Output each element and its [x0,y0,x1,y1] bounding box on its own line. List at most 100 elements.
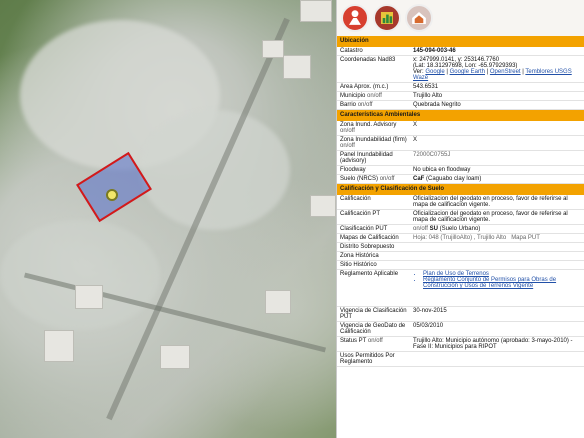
row-suelo: Suelo (NRCS) on/off CaF (Caguabo clay lo… [337,175,584,184]
row-catastro: Catastro 145-094-003-46 [337,47,584,56]
onoff-toggle[interactable]: on/off [340,143,355,149]
vigencia-geodato-value: 05/03/2010 [413,323,444,329]
building [44,330,74,362]
suelo-desc: (Caguabo clay loam) [426,176,482,182]
reglamento-list: Plan de Uso de Terrenos Reglamento Conju… [413,271,582,289]
label: Usos Permitidos Por Reglamento [340,353,395,365]
zona-firm-value: X [413,137,418,143]
building [300,0,332,22]
vigencia-clasificacion-value: 30-nov-2015 [413,308,447,314]
suelo-code: CaF [413,176,425,182]
label-with-toggle: Barrio on/off [337,101,410,109]
info-panel: Ubicación Catastro 145-094-003-46 Coorde… [336,0,584,438]
catastro-value: 145-094-003-46 [413,48,456,54]
building [262,40,284,58]
row-calificacion-pt: Calificación PT Oficializacion del geoda… [337,210,584,225]
section-ubicacion: Ubicación [337,36,584,47]
calificacion-value: Oficializacion del geodato en proceso, f… [413,196,568,208]
link-google[interactable]: Google [425,69,444,75]
row-coordenadas: Coordenadas Nad83 x: 247999.0141, y: 253… [337,56,584,83]
mapas-municipio[interactable]: Trujillo Alto [477,235,506,241]
section-calificacion: Calificación y Clasificación de Suelo [337,184,584,195]
row-area: Area Aprox. (m.c.) 543.6531 [337,83,584,92]
label-with-toggle: Status PT on/off [337,337,410,351]
coords-links: Ver: Google | Google Earth | OpenStreet … [413,69,572,81]
link-google-earth[interactable]: Google Earth [450,69,485,75]
icon-toolbar [337,0,584,36]
row-barrio: Barrio on/off Quebrada Negrito [337,101,584,110]
label: Calificación [340,196,371,202]
row-zona-advisory: Zona Inund. Advisory on/off X [337,121,584,136]
row-status-pt: Status PT on/off Trujillo Alto: Municipi… [337,337,584,352]
building [265,290,291,314]
row-mapas: Mapas de Calificación Hoja: 048 (Trujill… [337,234,584,243]
reglamento-value: Plan de Uso de Terrenos Reglamento Conju… [410,270,584,306]
mapas-hoja[interactable]: Hoja: 048 (TrujilloAlto) [413,235,472,241]
row-municipio: Municipio on/off Trujillo Alto [337,92,584,101]
row-floodway: Floodway No ubica en floodway [337,166,584,175]
row-zona-historica: Zona Histórica [337,252,584,261]
label-with-toggle: Zona Inundabilidad (firm) on/off [337,136,410,150]
row-vigencia-geodato: Vigencia de GeoDato de Calificación 05/0… [337,322,584,337]
label-with-toggle: Municipio on/off [337,92,410,100]
row-vigencia-clasificacion: Vigencia de Clasificación PUT 30-nov-201… [337,307,584,322]
person-icon[interactable] [341,4,369,32]
building [310,195,336,217]
calificacion-pt-value: Oficializacion del geodato en proceso, f… [413,211,568,223]
cloud-cover [140,110,290,230]
zona-advisory-value: X [413,122,418,128]
chart-icon[interactable] [373,4,401,32]
label-with-toggle: Suelo (NRCS) on/off [337,175,410,183]
municipio-value: Trujillo Alto [413,93,443,99]
section-caracteristicas: Características Ambientales [337,110,584,121]
barrio-value: Quebrada Negrito [413,102,461,108]
mapas-value: Hoja: 048 (TrujilloAlto) , Trujillo Alto… [413,235,540,241]
onoff-toggle[interactable]: on/off [380,176,395,182]
link-waze[interactable]: Waze [413,75,428,81]
label-with-toggle: Zona Inund. Advisory on/off [337,121,410,135]
label: Vigencia de Clasificación PUT [340,308,407,320]
link-openstreet[interactable]: OpenStreet [490,69,521,75]
row-calificacion: Calificación Oficializacion del geodato … [337,195,584,210]
row-sitio-historico: Sitio Histórico [337,261,584,270]
label: Municipio [340,93,366,99]
onoff-toggle[interactable]: on/off [340,128,355,134]
row-usos-permitidos: Usos Permitidos Por Reglamento [337,352,584,367]
label: Panel Inundabilidad (advisory) [340,152,393,164]
label: Zona Histórica [340,253,379,259]
row-zona-firm: Zona Inundabilidad (firm) on/off X [337,136,584,151]
row-distrito: Distrito Sobrepuesto [337,243,584,252]
label: Floodway [340,167,366,173]
usos-permitidos-value [410,352,584,366]
onoff-toggle[interactable]: on/off [413,226,428,232]
panel-value: 72000C0755J [413,152,451,158]
row-reglamento: Reglamento Aplicable Plan de Uso de Terr… [337,270,584,307]
building [160,345,190,369]
row-clasificacion-put: Clasificación PUT on/off SU (Suelo Urban… [337,225,584,234]
label: Clasificación PUT [340,226,388,232]
building [75,285,103,309]
clasifput-code: SU [429,226,438,232]
row-panel: Panel Inundabilidad (advisory) 72000C075… [337,151,584,166]
building [283,55,311,79]
coords-value: x: 247999.0141, y: 253146.7760 (Lat: 18.… [410,56,584,82]
label: Suelo (NRCS) [340,176,379,182]
onoff-toggle[interactable]: on/off [367,93,382,99]
label: Sitio Histórico [340,262,377,268]
label: Barrio [340,102,357,108]
onoff-toggle[interactable]: on/off [358,102,373,108]
status-pt-value: Trujillo Alto: Municipio autónomo (aprob… [413,338,573,350]
suelo-value: CaF (Caguabo clay loam) [410,175,584,183]
label: Calificación PT [340,211,381,217]
clasifput-desc: (Suelo Urbano) [439,226,481,232]
area-value: 543.6531 [413,84,439,90]
label: Mapas de Calificación [340,235,399,241]
link-temblores-usgs[interactable]: Temblores USGS [525,69,571,75]
label: Area Aprox. (m.c.) [340,84,389,90]
link-reglamento-conjunto[interactable]: Reglamento Conjunto de Permisos para Obr… [423,277,582,289]
house-icon[interactable] [405,4,433,32]
location-pin-icon[interactable] [106,189,118,201]
label: Status PT [340,338,367,344]
onoff-toggle[interactable]: on/off [368,338,383,344]
mapas-put[interactable]: Mapa PUT [511,235,540,241]
